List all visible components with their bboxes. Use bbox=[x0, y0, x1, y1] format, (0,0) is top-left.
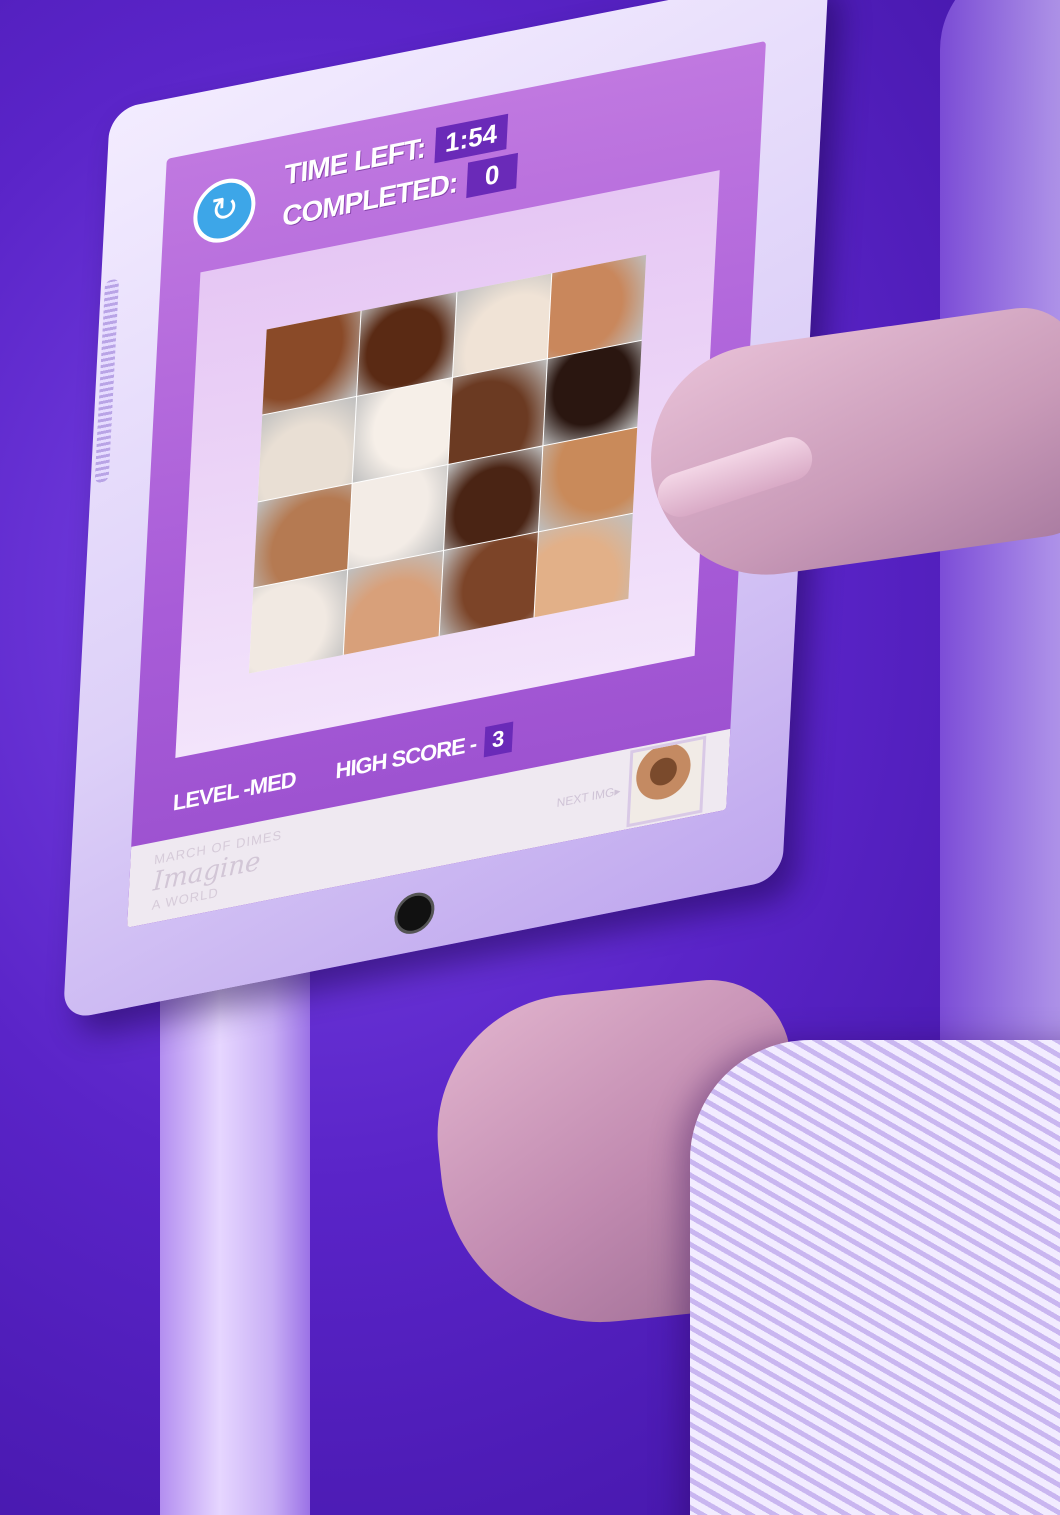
sliding-puzzle-grid bbox=[248, 254, 647, 674]
home-button[interactable] bbox=[393, 889, 436, 938]
completed-value: 0 bbox=[466, 152, 519, 199]
restart-icon: ↻ bbox=[209, 186, 240, 233]
puzzle-board bbox=[175, 170, 720, 759]
puzzle-tile[interactable] bbox=[439, 532, 538, 636]
restart-button[interactable]: ↻ bbox=[191, 173, 257, 249]
next-image-thumbnail[interactable] bbox=[626, 735, 707, 828]
photo-scene: ↻ TIME LEFT: 1:54 COMPLETED: 0 LEVEL -ME… bbox=[0, 0, 1060, 1515]
speaker-vent bbox=[94, 278, 120, 484]
brand-logo: MARCH OF DIMES Imagine A WORLD bbox=[151, 827, 282, 913]
puzzle-tile[interactable] bbox=[344, 550, 443, 655]
level-indicator: LEVEL -MED bbox=[172, 766, 297, 816]
puzzle-tile[interactable] bbox=[248, 569, 348, 674]
high-score-value: 3 bbox=[483, 721, 514, 758]
next-image-label: NEXT IMG▸ bbox=[556, 783, 621, 811]
puzzle-tile[interactable] bbox=[534, 513, 633, 618]
high-score-label: HIGH SCORE - bbox=[334, 730, 477, 784]
background-kiosk-panel bbox=[940, 0, 1060, 1160]
striped-sleeve bbox=[690, 1040, 1060, 1515]
